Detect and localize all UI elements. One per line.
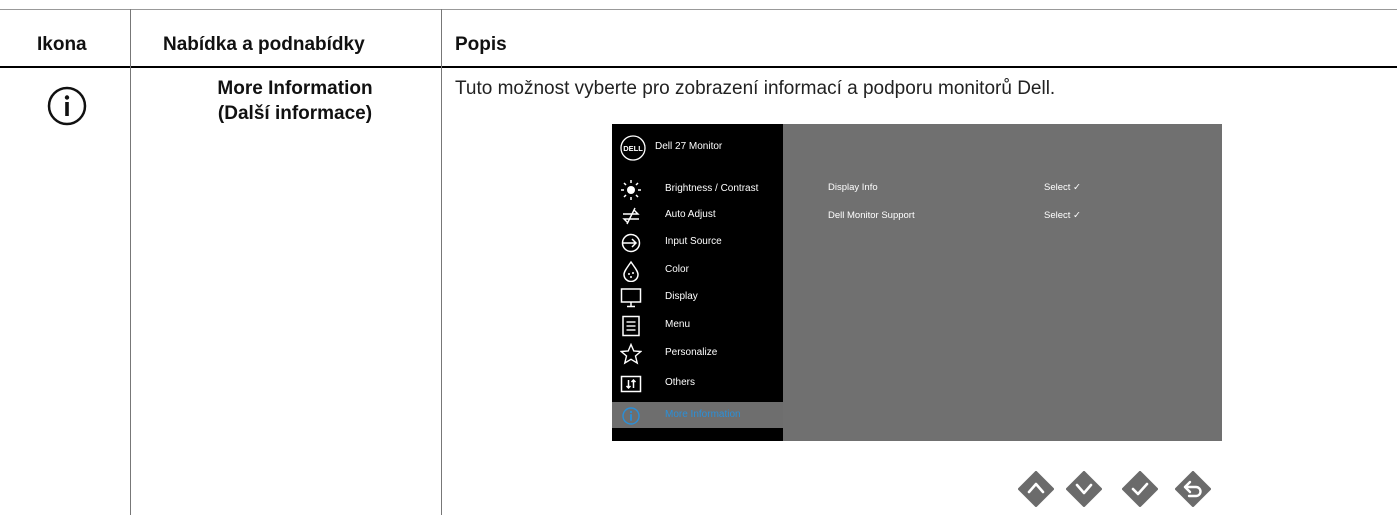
- header-ikona: Ikona: [37, 34, 87, 55]
- display-icon: [620, 288, 642, 308]
- osd-title: Dell 27 Monitor: [655, 141, 723, 152]
- osd-menu-menu[interactable]: Menu: [612, 312, 783, 338]
- column-divider-1: [130, 9, 131, 515]
- osd-row-display-info-value[interactable]: Select ✓: [1044, 182, 1081, 193]
- osd-menu-color[interactable]: Color: [612, 257, 783, 283]
- menu-cell: More Information (Další informace): [150, 76, 440, 126]
- header-popis: Popis: [455, 34, 507, 55]
- osd-menu-label: Auto Adjust: [665, 209, 716, 220]
- osd-menu-label: Others: [665, 377, 696, 388]
- osd-menu-label: Input Source: [665, 236, 722, 247]
- osd-menu-personalize[interactable]: Personalize: [612, 340, 783, 366]
- others-icon: [620, 375, 642, 393]
- osd-row-support-label: Dell Monitor Support: [828, 210, 915, 221]
- osd-menu-label: Personalize: [665, 347, 718, 358]
- column-divider-2: [441, 9, 442, 515]
- up-button[interactable]: [1018, 471, 1054, 507]
- svg-text:DELL: DELL: [623, 144, 643, 153]
- star-icon: [620, 343, 642, 365]
- osd-menu-brightness[interactable]: Brightness / Contrast: [612, 176, 783, 202]
- table-top-border: [0, 9, 1397, 10]
- color-icon: [623, 260, 639, 282]
- table-header-divider: [0, 66, 1397, 68]
- description: Tuto možnost vyberte pro zobrazení infor…: [455, 78, 1056, 99]
- back-button[interactable]: [1175, 471, 1211, 507]
- osd-menu-label: Color: [665, 264, 689, 275]
- osd-menu-label: Brightness / Contrast: [665, 183, 759, 194]
- osd-menu-input-source[interactable]: Input Source: [612, 229, 783, 255]
- osd-menu-display[interactable]: Display: [612, 284, 783, 310]
- osd-menu-label: More Information: [665, 409, 741, 420]
- osd-row-support-value[interactable]: Select ✓: [1044, 210, 1081, 221]
- osd-row-display-info-label: Display Info: [828, 182, 878, 193]
- brightness-icon: [621, 180, 641, 200]
- auto-adjust-icon: [622, 207, 640, 225]
- info-circle-icon: [47, 86, 87, 126]
- down-button[interactable]: [1066, 471, 1102, 507]
- osd-menu-label: Display: [665, 291, 698, 302]
- info-icon: [622, 407, 640, 425]
- input-source-icon: [621, 233, 641, 253]
- dell-logo-icon: DELL: [620, 135, 646, 161]
- header-nabidka: Nabídka a podnabídky: [163, 34, 365, 55]
- menu-icon: [622, 315, 640, 337]
- menu-name-translation: (Další informace): [217, 103, 373, 124]
- osd-menu-auto-adjust[interactable]: Auto Adjust: [612, 202, 783, 228]
- osd-sidebar: DELL Dell 27 Monitor Brightness / Contra…: [612, 124, 783, 441]
- osd-menu-label: Menu: [665, 319, 691, 330]
- osd-panel: DELL Dell 27 Monitor Brightness / Contra…: [612, 124, 1222, 441]
- menu-name: More Information: [217, 78, 373, 99]
- osd-menu-others[interactable]: Others: [612, 370, 783, 396]
- check-button[interactable]: [1122, 471, 1158, 507]
- osd-menu-more-information[interactable]: More Information: [612, 402, 783, 428]
